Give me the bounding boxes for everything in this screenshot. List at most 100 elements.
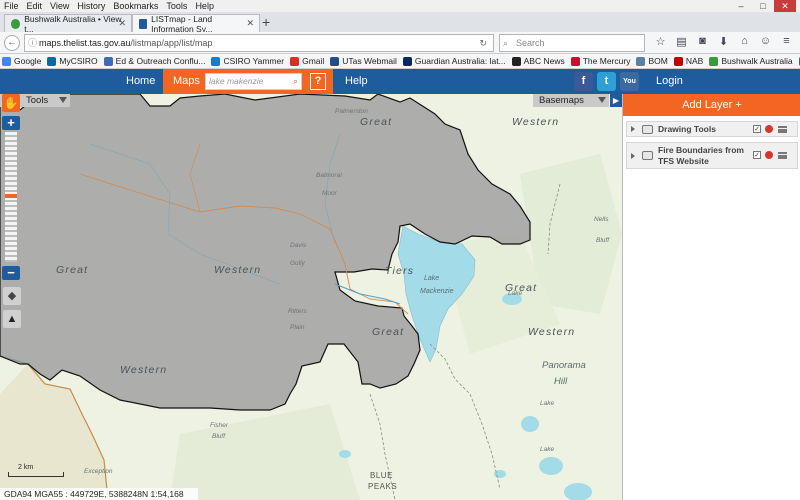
zoom-slider-thumb[interactable] (5, 194, 17, 198)
map-search-input[interactable]: lake makenzie ⌕ (205, 73, 302, 90)
reading-list-icon[interactable]: ▤ (671, 35, 692, 48)
expand-arrow-icon[interactable] (631, 153, 635, 159)
hamburger-menu-icon[interactable]: ≡ (776, 35, 797, 48)
layer-name: Drawing Tools (658, 124, 716, 134)
browser-search-input[interactable]: ⌕ Search (499, 34, 645, 52)
bookmark-favicon-icon (330, 56, 340, 66)
bookmark-item[interactable]: UTas Webmail (330, 56, 397, 66)
home-icon[interactable]: ⌂ (734, 35, 755, 48)
map-svg (0, 94, 622, 500)
menu-history[interactable]: History (73, 1, 109, 11)
bookmark-item[interactable]: Google (2, 56, 41, 66)
site-header: Home Maps lake makenzie ⌕ ? Help f t You… (0, 69, 800, 94)
chat-icon[interactable]: ☺ (755, 35, 776, 48)
layer-stack-icon (642, 151, 653, 160)
layer-menu-icon[interactable] (778, 126, 787, 133)
tab-listmap[interactable]: LISTmap - Land Information Sy... ✕ (132, 14, 260, 34)
tab-bushwalk[interactable]: Bushwalk Australia • View t... ✕ (4, 14, 132, 34)
url-bar[interactable]: ⓘ maps.thelist.tas.gov.au/listmap/app/li… (24, 34, 494, 52)
site-info-icon[interactable]: ⓘ (28, 35, 37, 51)
map-label: Great (56, 264, 89, 276)
bookmark-item[interactable]: The Mercury (570, 56, 630, 66)
zoom-out-button[interactable]: − (2, 266, 20, 280)
menu-edit[interactable]: Edit (23, 1, 47, 11)
bookmark-label: MyCSIRO (59, 56, 98, 66)
map-label: Davis (290, 242, 307, 249)
menu-tools[interactable]: Tools (162, 1, 191, 11)
expand-arrow-icon[interactable] (631, 126, 635, 132)
bookmark-item[interactable]: ABC News (511, 56, 565, 66)
map-label: Exception (84, 468, 113, 475)
menu-bookmarks[interactable]: Bookmarks (109, 1, 162, 11)
nav-maps-tab[interactable]: Maps lake makenzie ⌕ ? (163, 69, 333, 94)
remove-layer-icon[interactable] (765, 125, 773, 133)
add-layer-button[interactable]: Add Layer + (623, 94, 800, 116)
nav-login[interactable]: Login (656, 69, 683, 94)
bookmark-item[interactable]: Bushwalk Australia (709, 56, 793, 66)
tasmania-extent-icon[interactable]: ◆ (3, 287, 21, 305)
maximize-icon[interactable]: □ (752, 0, 774, 12)
close-tab-icon[interactable]: ✕ (118, 18, 126, 29)
map-label: Gully (290, 260, 305, 267)
url-path: /listmap/app/list/map (130, 38, 213, 48)
lake (521, 416, 539, 432)
zoom-slider[interactable] (5, 132, 17, 262)
url-host: maps.thelist.tas.gov.au (39, 38, 131, 48)
help-question-icon[interactable]: ? (310, 73, 326, 90)
panel-toggle-icon[interactable]: ▶ (610, 94, 622, 107)
menu-file[interactable]: File (0, 1, 23, 11)
bookmark-item[interactable]: CSIRO Yammer (211, 56, 284, 66)
layer-row-fire-boundaries[interactable]: Fire Boundaries from TFS Website ✓ (626, 142, 798, 169)
pan-hand-icon[interactable]: ✋ (2, 94, 20, 112)
facebook-icon[interactable]: f (574, 72, 593, 91)
map-label: Panorama (542, 360, 586, 371)
download-icon[interactable]: ⬇ (713, 35, 734, 48)
zoom-in-button[interactable]: + (2, 116, 20, 130)
menu-view[interactable]: View (46, 1, 73, 11)
map-label: Nells (594, 216, 609, 223)
youtube-icon[interactable]: You (620, 72, 639, 91)
lake (539, 457, 563, 475)
bookmark-item[interactable]: Guardian Australia: lat... (402, 56, 506, 66)
remove-layer-icon[interactable] (765, 151, 773, 159)
basemaps-dropdown[interactable]: Basemaps (533, 94, 609, 107)
bookmark-item[interactable]: Ed & Outreach Conflu... (103, 56, 206, 66)
bookmark-label: Ed & Outreach Conflu... (115, 56, 206, 66)
search-icon[interactable]: ⌕ (293, 74, 298, 89)
layer-visibility-checkbox[interactable]: ✓ (753, 151, 761, 159)
nav-maps[interactable]: Maps (173, 69, 200, 94)
bookmark-item[interactable]: MyCSIRO (47, 56, 98, 66)
pocket-icon[interactable]: ◙ (692, 35, 713, 48)
bookmark-item[interactable]: BOM (636, 56, 668, 66)
close-tab-icon[interactable]: ✕ (246, 18, 254, 29)
twitter-icon[interactable]: t (597, 72, 616, 91)
bookmark-favicon-icon (103, 56, 113, 66)
lake (339, 450, 351, 458)
scale-label: 2 km (18, 464, 34, 471)
nav-help[interactable]: Help (345, 69, 368, 94)
back-arrow-icon[interactable]: ← (4, 35, 20, 51)
reload-icon[interactable]: ↻ (479, 35, 487, 51)
bookmark-favicon-icon (673, 56, 683, 66)
nav-home[interactable]: Home (126, 69, 155, 94)
map-label: Lake (540, 400, 555, 407)
new-tab-button[interactable]: + (262, 14, 270, 30)
layer-visibility-checkbox[interactable]: ✓ (753, 125, 761, 133)
map-canvas[interactable]: Great Western Great Western Tiers Great … (0, 94, 622, 500)
bookmark-label: UTas Webmail (342, 56, 397, 66)
minimize-icon[interactable]: – (730, 0, 752, 12)
bookmark-item[interactable]: NAB (673, 56, 703, 66)
menu-help[interactable]: Help (191, 1, 218, 11)
north-arrow-icon[interactable]: ▲ (3, 310, 21, 328)
search-placeholder: Search (516, 38, 545, 48)
browser-menu-bar: File Edit View History Bookmarks Tools H… (0, 0, 800, 12)
bookmark-label: ABC News (523, 56, 565, 66)
bookmark-label: Google (14, 56, 42, 66)
bookmark-item[interactable]: Gmail (290, 56, 324, 66)
bookmark-star-icon[interactable]: ☆ (650, 35, 671, 48)
layer-name: Fire Boundaries from TFS Website (658, 145, 744, 166)
layer-menu-icon[interactable] (778, 152, 787, 159)
layer-row-drawing-tools[interactable]: Drawing Tools ✓ (626, 121, 798, 137)
close-window-icon[interactable]: ✕ (774, 0, 796, 12)
dropdown-arrow-icon (59, 97, 67, 103)
